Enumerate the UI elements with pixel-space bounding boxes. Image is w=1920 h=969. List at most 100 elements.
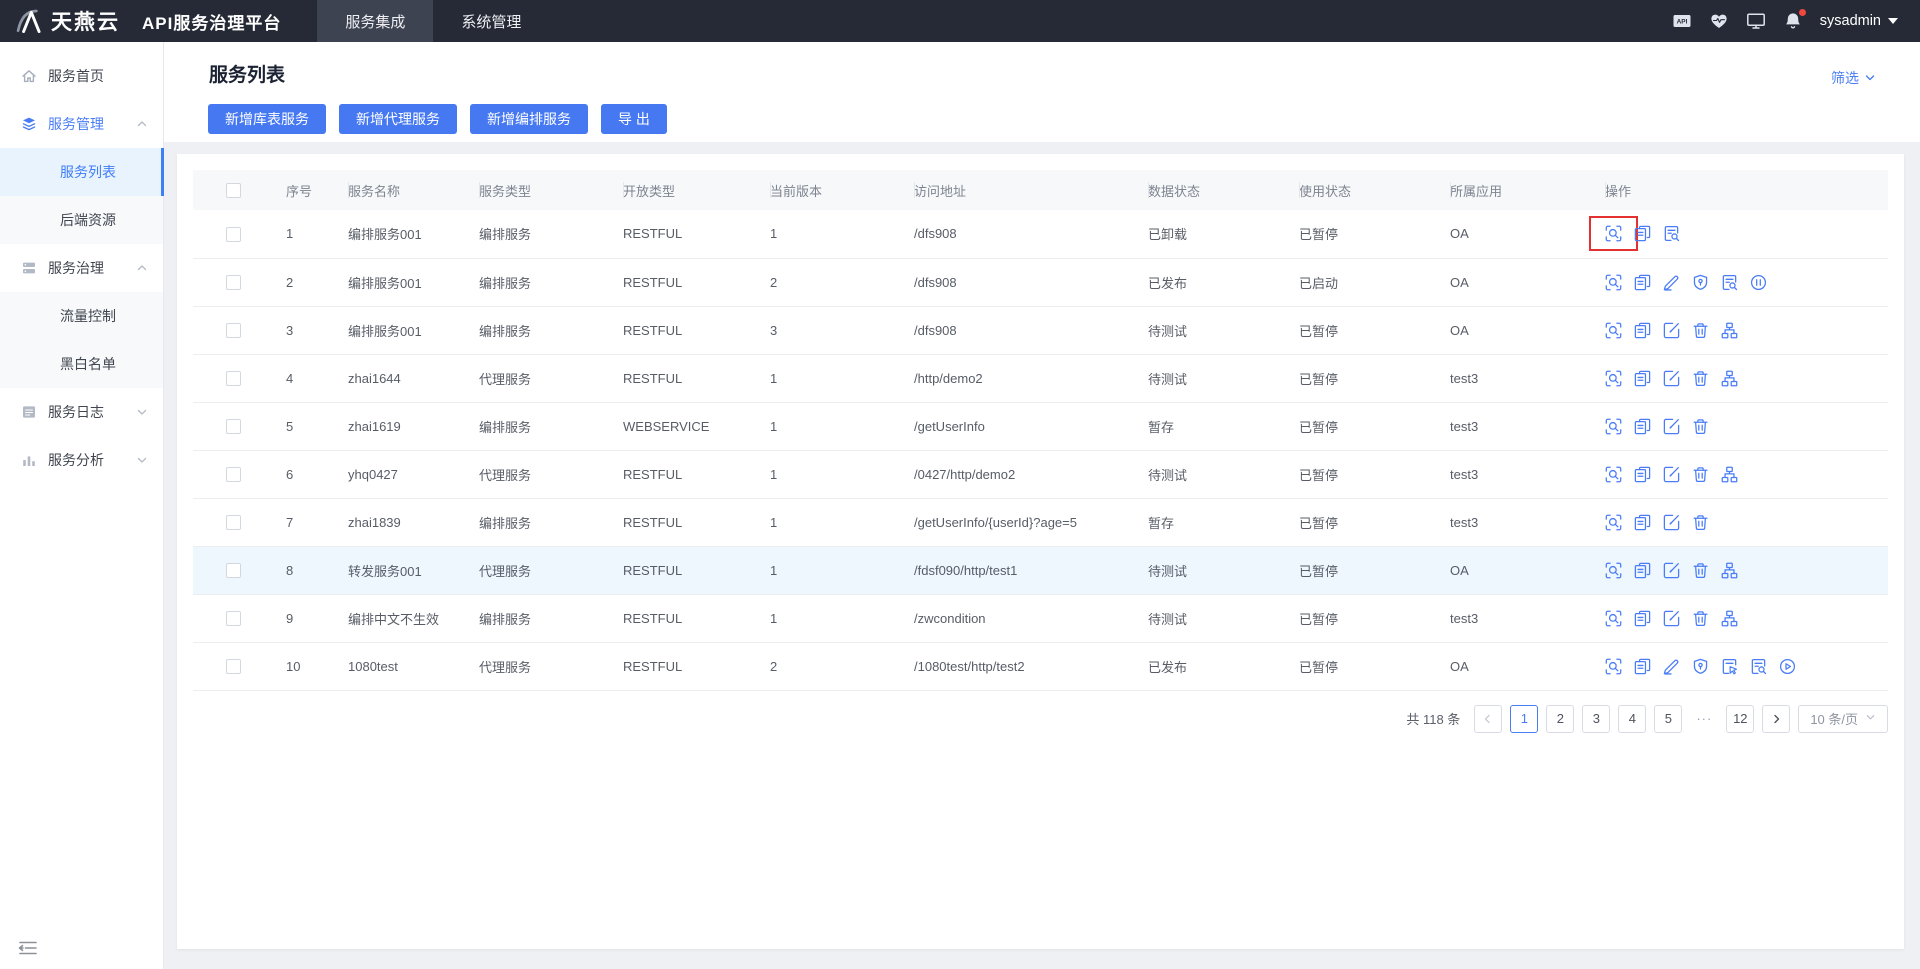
op-copy-icon[interactable] xyxy=(1634,610,1651,627)
op-view-icon[interactable] xyxy=(1605,225,1622,242)
action-button[interactable]: 新增编排服务 xyxy=(470,104,588,134)
op-view-icon[interactable] xyxy=(1605,274,1622,291)
op-play-icon[interactable] xyxy=(1779,658,1796,675)
monitor-icon[interactable] xyxy=(1746,11,1766,31)
use-status-cell: 已暂停 xyxy=(1299,546,1450,595)
action-button[interactable]: 导 出 xyxy=(601,104,667,134)
op-edit-icon[interactable] xyxy=(1663,610,1680,627)
index-cell: 7 xyxy=(286,498,348,547)
operation-icons xyxy=(1605,370,1888,387)
op-copy-icon[interactable] xyxy=(1634,658,1651,675)
sidebar-item[interactable]: 服务日志 xyxy=(0,388,163,436)
op-pencil-icon[interactable] xyxy=(1663,274,1680,291)
sidebar-item[interactable]: 服务分析 xyxy=(0,436,163,484)
op-view-icon[interactable] xyxy=(1605,322,1622,339)
op-copy-icon[interactable] xyxy=(1634,562,1651,579)
row-checkbox[interactable] xyxy=(226,659,241,675)
row-checkbox[interactable] xyxy=(226,611,241,627)
sidebar-subitem[interactable]: 流量控制 xyxy=(0,292,163,340)
row-checkbox[interactable] xyxy=(226,467,241,483)
op-sitemap-icon[interactable] xyxy=(1721,562,1738,579)
table-row: 7 zhai1839 编排服务 RESTFUL 1/getUserInfo/{userI… xyxy=(193,498,1888,547)
op-edit-icon[interactable] xyxy=(1663,514,1680,531)
op-sitemap-icon[interactable] xyxy=(1721,466,1738,483)
op-copy-icon[interactable] xyxy=(1634,322,1651,339)
api-badge-icon[interactable]: API xyxy=(1672,11,1692,31)
page-button[interactable]: 3 xyxy=(1582,704,1611,733)
page-size-select[interactable]: 10 条/页 xyxy=(1798,704,1888,733)
nav-tab[interactable]: 服务集成 xyxy=(317,0,434,42)
op-view-icon[interactable] xyxy=(1605,370,1622,387)
next-page-button[interactable] xyxy=(1762,704,1791,733)
prev-page-button[interactable] xyxy=(1474,704,1503,733)
op-view-icon[interactable] xyxy=(1605,418,1622,435)
page-button[interactable]: 2 xyxy=(1546,704,1575,733)
op-pause-icon[interactable] xyxy=(1750,274,1767,291)
op-doc-search-icon[interactable] xyxy=(1750,658,1767,675)
op-trash-icon[interactable] xyxy=(1692,466,1709,483)
op-view-icon[interactable] xyxy=(1605,610,1622,627)
sidebar-item[interactable]: 服务治理 xyxy=(0,244,163,292)
filter-toggle[interactable]: 筛选 xyxy=(1831,68,1876,88)
page-button[interactable]: 12 xyxy=(1726,704,1755,733)
sidebar-item[interactable]: 服务管理 xyxy=(0,100,163,148)
collapse-sidebar-icon[interactable] xyxy=(18,940,38,956)
op-edit-icon[interactable] xyxy=(1663,322,1680,339)
op-sitemap-icon[interactable] xyxy=(1721,370,1738,387)
op-shield-icon[interactable] xyxy=(1692,274,1709,291)
op-view-icon[interactable] xyxy=(1605,658,1622,675)
op-trash-icon[interactable] xyxy=(1692,322,1709,339)
page-button[interactable]: 5 xyxy=(1654,704,1683,733)
service-list-card: 序号 服务名称 服务类型 开放类型 当前版本 访问地址 数据状态 使用状态 所属应用 操作 1 编排… xyxy=(177,154,1904,949)
op-doc-search-icon[interactable] xyxy=(1721,274,1738,291)
op-sitemap-icon[interactable] xyxy=(1721,610,1738,627)
nav-tabs: 服务集成 系统管理 xyxy=(317,0,549,42)
row-checkbox[interactable] xyxy=(226,515,241,531)
sidebar-subitem[interactable]: 后端资源 xyxy=(0,196,163,244)
row-checkbox[interactable] xyxy=(226,563,241,579)
row-checkbox[interactable] xyxy=(226,226,241,242)
page-button[interactable]: 1 xyxy=(1510,704,1539,733)
select-all-checkbox[interactable] xyxy=(226,183,241,199)
op-trash-icon[interactable] xyxy=(1692,514,1709,531)
op-trash-icon[interactable] xyxy=(1692,370,1709,387)
user-menu[interactable]: sysadmin xyxy=(1820,13,1898,29)
op-trash-icon[interactable] xyxy=(1692,610,1709,627)
op-edit-icon[interactable] xyxy=(1663,562,1680,579)
action-button[interactable]: 新增库表服务 xyxy=(208,104,326,134)
row-checkbox[interactable] xyxy=(226,275,241,291)
op-copy-icon[interactable] xyxy=(1634,466,1651,483)
operations-cell xyxy=(1605,402,1888,451)
op-edit-icon[interactable] xyxy=(1663,466,1680,483)
op-pencil-icon[interactable] xyxy=(1663,658,1680,675)
op-copy-icon[interactable] xyxy=(1634,514,1651,531)
op-view-icon[interactable] xyxy=(1605,562,1622,579)
op-edit-icon[interactable] xyxy=(1663,370,1680,387)
row-checkbox[interactable] xyxy=(226,371,241,387)
sidebar-subitem[interactable]: 黑白名单 xyxy=(0,340,163,388)
red-annotation-box xyxy=(1589,216,1638,252)
sidebar-subitem[interactable]: 服务列表 xyxy=(0,148,164,196)
row-checkbox[interactable] xyxy=(226,323,241,339)
op-copy-icon[interactable] xyxy=(1634,370,1651,387)
op-view-icon[interactable] xyxy=(1605,514,1622,531)
op-edit-icon[interactable] xyxy=(1663,418,1680,435)
bell-icon[interactable] xyxy=(1783,9,1806,31)
op-trash-icon[interactable] xyxy=(1692,418,1709,435)
nav-tab[interactable]: 系统管理 xyxy=(433,0,549,42)
op-shield-icon[interactable] xyxy=(1692,658,1709,675)
op-doc-cursor-icon[interactable] xyxy=(1721,658,1738,675)
op-copy-icon[interactable] xyxy=(1634,418,1651,435)
op-sitemap-icon[interactable] xyxy=(1721,322,1738,339)
row-checkbox[interactable] xyxy=(226,419,241,435)
open-type-cell: RESTFUL xyxy=(623,450,770,499)
page-button[interactable]: 4 xyxy=(1618,704,1647,733)
action-button[interactable]: 新增代理服务 xyxy=(339,104,457,134)
op-copy-icon[interactable] xyxy=(1634,225,1651,242)
health-icon[interactable] xyxy=(1709,11,1729,31)
op-trash-icon[interactable] xyxy=(1692,562,1709,579)
sidebar-item[interactable]: 服务首页 xyxy=(0,52,163,100)
op-doc-search-icon[interactable] xyxy=(1663,225,1680,242)
op-view-icon[interactable] xyxy=(1605,466,1622,483)
op-copy-icon[interactable] xyxy=(1634,274,1651,291)
